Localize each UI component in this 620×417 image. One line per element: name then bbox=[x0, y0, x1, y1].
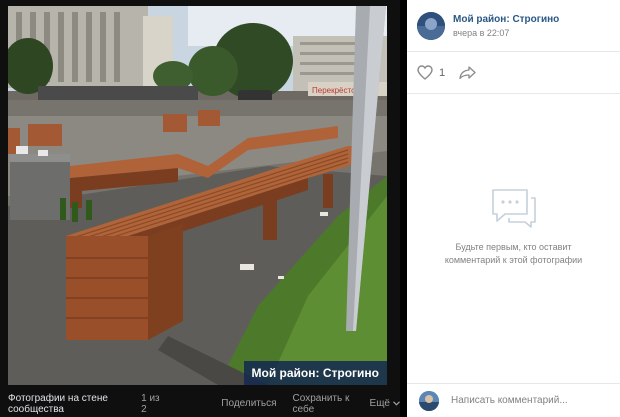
comment-input[interactable] bbox=[451, 395, 601, 406]
share-arrow-icon bbox=[459, 66, 476, 79]
photo-counter: 1 из 2 bbox=[141, 392, 160, 415]
user-avatar bbox=[419, 390, 439, 411]
shop-sign: Перекрёсток bbox=[312, 86, 360, 95]
post-header: Мой район: Строгино вчера в 22:07 bbox=[407, 0, 620, 52]
like-count: 1 bbox=[439, 66, 446, 79]
photo[interactable]: Перекрёсток Мой район: Строгино bbox=[8, 6, 387, 385]
empty-comments-text: Будьте первым, кто оставит комментарий к… bbox=[444, 242, 583, 265]
photo-caption: Мой район: Строгино bbox=[243, 361, 387, 385]
heart-icon bbox=[417, 65, 433, 80]
more-button[interactable]: Ещё bbox=[370, 398, 400, 409]
group-name-link[interactable]: Мой район: Строгино bbox=[453, 14, 559, 25]
save-button[interactable]: Сохранить к себе bbox=[293, 393, 354, 415]
like-button[interactable]: 1 bbox=[417, 65, 445, 80]
group-avatar[interactable] bbox=[417, 11, 445, 40]
photo-image: Перекрёсток bbox=[8, 6, 387, 385]
chevron-down-icon bbox=[393, 401, 400, 406]
album-link[interactable]: Фотографии на стене сообщества bbox=[8, 393, 127, 415]
share-button[interactable]: Поделиться bbox=[221, 398, 276, 409]
post-actions: 1 bbox=[407, 52, 620, 94]
comment-composer bbox=[407, 383, 620, 417]
viewer-bottom-bar: Фотографии на стене сообщества 1 из 2 По… bbox=[0, 390, 400, 417]
side-panel: Мой район: Строгино вчера в 22:07 1 Будь… bbox=[407, 0, 620, 417]
comment-bubble-icon bbox=[491, 189, 536, 228]
post-time: вчера в 22:07 bbox=[453, 27, 510, 38]
photo-viewer: Перекрёсток Мой район: Строгино Фотограф… bbox=[0, 0, 400, 417]
comments-empty-state: Будьте первым, кто оставит комментарий к… bbox=[407, 188, 620, 267]
more-label: Ещё bbox=[369, 398, 390, 409]
repost-button[interactable] bbox=[459, 66, 476, 79]
